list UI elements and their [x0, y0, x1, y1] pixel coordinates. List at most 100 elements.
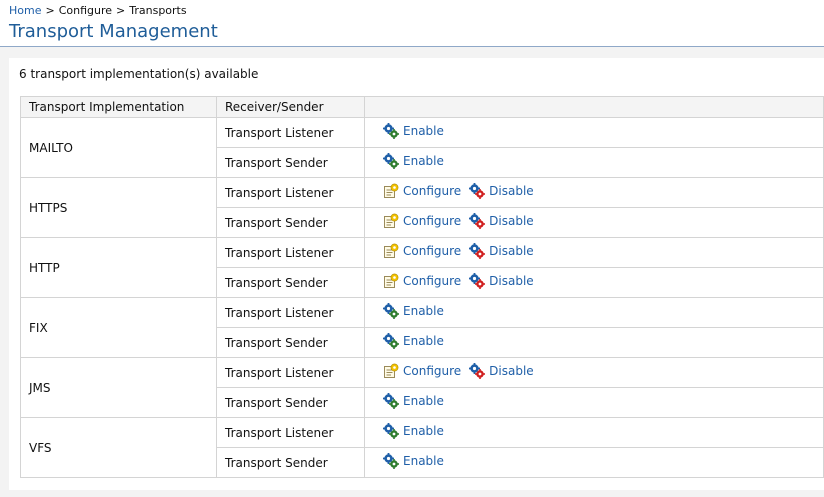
disable-link[interactable]: Disable [469, 273, 534, 289]
transport-listener-actions: Configure Disable [364, 237, 824, 268]
transport-listener-label: Transport Listener [216, 177, 365, 208]
transport-name: JMS [20, 357, 217, 418]
disable-link[interactable]: Disable [469, 183, 534, 199]
transport-name: HTTPS [20, 177, 217, 238]
action-label: Disable [489, 364, 534, 378]
action-label: Enable [403, 154, 444, 168]
transport-listener-label: Transport Listener [216, 417, 365, 448]
breadcrumb: Home > Configure > Transports [9, 4, 187, 17]
transport-sender-actions: Enable [364, 447, 824, 478]
transport-sender-actions: Enable [364, 147, 824, 178]
header-transport-implementation: Transport Implementation [20, 96, 217, 118]
action-label: Configure [403, 244, 462, 258]
disable-gears-icon [469, 273, 489, 289]
action-label: Configure [403, 274, 462, 288]
transports-table: Transport Implementation Receiver/Sender… [20, 96, 824, 478]
transport-listener-label: Transport Listener [216, 297, 365, 328]
configure-icon [383, 213, 403, 229]
header-receiver-sender: Receiver/Sender [216, 96, 365, 118]
transport-sender-label: Transport Sender [216, 327, 365, 358]
table-row: MAILTO Transport Listener Enable [20, 117, 824, 178]
action-label: Enable [403, 424, 444, 438]
action-label: Configure [403, 214, 462, 228]
action-label: Configure [403, 364, 462, 378]
transport-count-summary: 6 transport implementation(s) available [19, 67, 259, 81]
table-row: FIX Transport Listener Enable [20, 297, 824, 358]
transport-listener-label: Transport Listener [216, 237, 365, 268]
transport-sender-actions: Enable [364, 327, 824, 358]
transport-listener-actions: Enable [364, 417, 824, 448]
action-label: Enable [403, 124, 444, 138]
page-title: Transport Management [9, 21, 218, 42]
transport-sender-actions: Enable [364, 387, 824, 418]
transport-sender-actions: Configure Disable [364, 207, 824, 238]
configure-link[interactable]: Configure [383, 243, 461, 259]
action-label: Enable [403, 394, 444, 408]
transport-name: VFS [20, 417, 217, 478]
enable-gears-icon [383, 393, 403, 409]
enable-gears-icon [383, 153, 403, 169]
action-label: Disable [489, 274, 534, 288]
table-row: JMS Transport Listener Configure Disable [20, 357, 824, 418]
transport-listener-label: Transport Listener [216, 357, 365, 388]
configure-icon [383, 273, 403, 289]
transport-listener-actions: Configure Disable [364, 357, 824, 388]
table-row: VFS Transport Listener Enable [20, 417, 824, 478]
breadcrumb-home-link[interactable]: Home [9, 4, 41, 17]
configure-icon [383, 363, 403, 379]
transport-name: HTTP [20, 237, 217, 298]
configure-icon [383, 183, 403, 199]
breadcrumb-separator: > [116, 4, 126, 17]
disable-gears-icon [469, 243, 489, 259]
transport-name: FIX [20, 297, 217, 358]
breadcrumb-separator: > [45, 4, 55, 17]
transport-sender-label: Transport Sender [216, 387, 365, 418]
configure-icon [383, 243, 403, 259]
breadcrumb-current: Transports [129, 4, 187, 17]
transport-sender-actions: Configure Disable [364, 267, 824, 298]
enable-gears-icon [383, 453, 403, 469]
enable-link[interactable]: Enable [383, 423, 444, 439]
table-row: HTTP Transport Listener Configure Disable [20, 237, 824, 298]
action-label: Configure [403, 184, 462, 198]
action-label: Disable [489, 184, 534, 198]
configure-link[interactable]: Configure [383, 363, 461, 379]
action-label: Enable [403, 334, 444, 348]
enable-link[interactable]: Enable [383, 303, 444, 319]
enable-link[interactable]: Enable [383, 393, 444, 409]
transport-sender-label: Transport Sender [216, 207, 365, 238]
breadcrumb-configure: Configure [58, 4, 113, 17]
transport-listener-actions: Enable [364, 297, 824, 328]
disable-gears-icon [469, 213, 489, 229]
configure-link[interactable]: Configure [383, 273, 461, 289]
action-label: Disable [489, 244, 534, 258]
enable-gears-icon [383, 423, 403, 439]
enable-link[interactable]: Enable [383, 123, 444, 139]
action-label: Enable [403, 304, 444, 318]
enable-link[interactable]: Enable [383, 333, 444, 349]
action-label: Disable [489, 214, 534, 228]
enable-link[interactable]: Enable [383, 153, 444, 169]
table-header-row: Transport Implementation Receiver/Sender [20, 96, 824, 118]
transport-sender-label: Transport Sender [216, 447, 365, 478]
configure-link[interactable]: Configure [383, 183, 461, 199]
disable-link[interactable]: Disable [469, 363, 534, 379]
transport-name: MAILTO [20, 117, 217, 178]
enable-gears-icon [383, 303, 403, 319]
action-label: Enable [403, 454, 444, 468]
disable-link[interactable]: Disable [469, 213, 534, 229]
enable-gears-icon [383, 123, 403, 139]
header-actions [364, 96, 824, 118]
disable-link[interactable]: Disable [469, 243, 534, 259]
disable-gears-icon [469, 363, 489, 379]
table-row: HTTPS Transport Listener Configure Disable [20, 177, 824, 238]
enable-gears-icon [383, 333, 403, 349]
transport-listener-actions: Enable [364, 117, 824, 148]
enable-link[interactable]: Enable [383, 453, 444, 469]
transport-sender-label: Transport Sender [216, 267, 365, 298]
configure-link[interactable]: Configure [383, 213, 461, 229]
transport-sender-label: Transport Sender [216, 147, 365, 178]
disable-gears-icon [469, 183, 489, 199]
transport-listener-label: Transport Listener [216, 117, 365, 148]
transport-listener-actions: Configure Disable [364, 177, 824, 208]
